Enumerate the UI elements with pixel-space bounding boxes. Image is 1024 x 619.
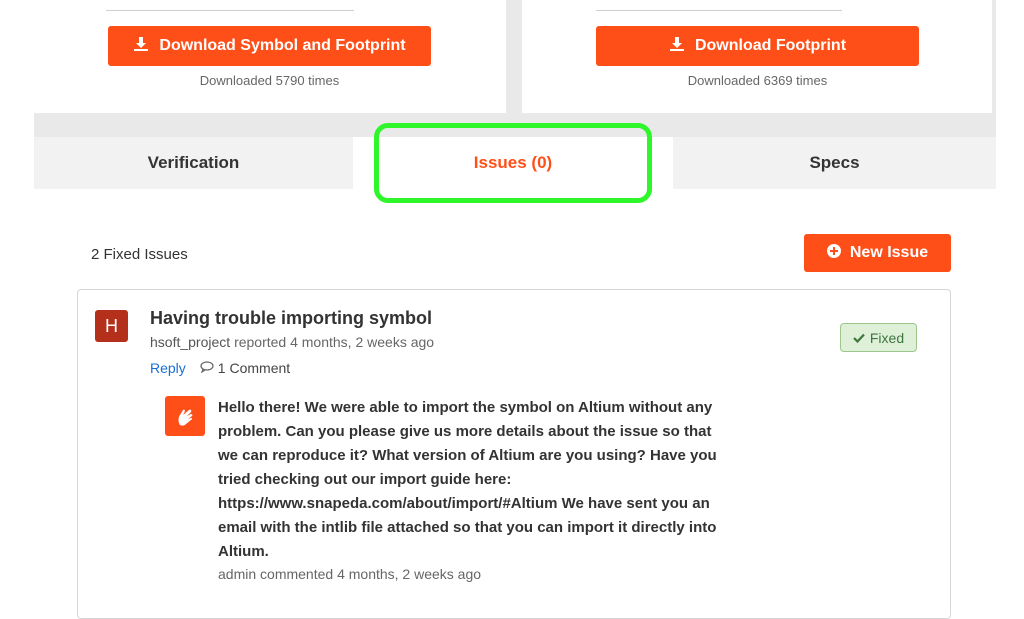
- comment-meta: admin commented 4 months, 2 weeks ago: [218, 566, 481, 582]
- tab-verification[interactable]: Verification: [34, 137, 353, 189]
- download-symbol-footprint-label: Download Symbol and Footprint: [159, 37, 406, 54]
- status-badge: Fixed: [840, 323, 917, 352]
- tab-bar: Verification Issues (0) Specs: [34, 137, 996, 189]
- tab-issues[interactable]: Issues (0): [353, 137, 673, 189]
- download-symbol-footprint-button[interactable]: Download Symbol and Footprint: [108, 26, 431, 66]
- divider: [993, 0, 996, 135]
- issue-actions: Reply 1 Comment: [150, 360, 290, 376]
- snapeda-logo-icon: [165, 396, 205, 436]
- divider: [596, 10, 842, 11]
- issue-author: hsoft_project: [150, 334, 231, 350]
- fixed-issues-count: 2 Fixed Issues: [91, 246, 188, 263]
- comment-text: Hello there! We were able to import the …: [218, 399, 717, 560]
- avatar: H: [95, 310, 128, 342]
- download-count-right: Downloaded 6369 times: [687, 73, 828, 88]
- download-count-left: Downloaded 5790 times: [199, 73, 340, 88]
- issue-title[interactable]: Having trouble importing symbol: [150, 308, 432, 329]
- divider: [106, 10, 354, 11]
- download-icon: [669, 36, 685, 57]
- status-badge-label: Fixed: [869, 329, 905, 346]
- comment-author: admin: [218, 566, 257, 582]
- issue-reported-time: reported 4 months, 2 weeks ago: [234, 334, 435, 350]
- plus-circle-icon: [826, 243, 841, 263]
- comment-icon: [200, 360, 214, 376]
- comment-time: commented 4 months, 2 weeks ago: [260, 566, 482, 582]
- download-icon: [133, 36, 149, 57]
- issue-meta: hsoft_project reported 4 months, 2 weeks…: [150, 334, 434, 350]
- comment-count[interactable]: 1 Comment: [200, 360, 290, 376]
- reply-link[interactable]: Reply: [150, 360, 186, 376]
- tab-specs[interactable]: Specs: [673, 137, 996, 189]
- comment-count-label: 1 Comment: [217, 360, 291, 376]
- check-icon: [853, 330, 865, 346]
- download-footprint-label: Download Footprint: [694, 37, 847, 54]
- download-footprint-button[interactable]: Download Footprint: [596, 26, 919, 66]
- new-issue-label: New Issue: [849, 244, 929, 261]
- new-issue-button[interactable]: New Issue: [804, 234, 951, 272]
